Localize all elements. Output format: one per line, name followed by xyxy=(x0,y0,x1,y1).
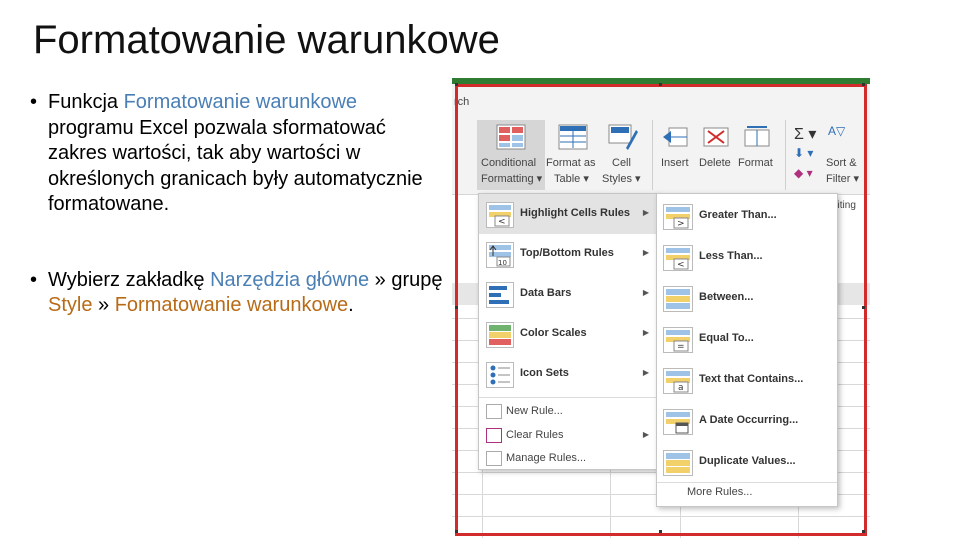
bullet1-prefix: Funkcja xyxy=(48,91,124,113)
resize-handle[interactable] xyxy=(862,83,865,86)
resize-handle[interactable] xyxy=(862,530,865,533)
bullet2-p1: Wybierz zakładkę xyxy=(48,268,211,291)
bullet1-highlight: Formatowanie warunkowe xyxy=(123,91,358,113)
resize-handle[interactable] xyxy=(455,306,458,309)
bullet-dot: • xyxy=(30,91,38,113)
resize-handle[interactable] xyxy=(862,306,865,309)
bullet-item-1: • Funkcja Formatowanie warunkowe program… xyxy=(30,90,445,218)
bullet2-p2: » grupę xyxy=(369,268,443,291)
bullet2-p4: . xyxy=(348,294,354,316)
slide-title: Formatowanie warunkowe xyxy=(33,18,500,62)
bullet-item-2: • Wybierz zakładkę Narzędzia główne » gr… xyxy=(30,268,445,319)
resize-handle[interactable] xyxy=(659,530,662,533)
resize-handle[interactable] xyxy=(455,83,458,86)
bullet2-home-tab: Narzędzia główne xyxy=(210,268,370,291)
bullet2-p3: » xyxy=(92,294,115,316)
resize-handle[interactable] xyxy=(659,83,662,86)
bullet2-style-group: Style xyxy=(48,294,93,316)
bullet1-rest: programu Excel pozwala sformatować zakre… xyxy=(48,116,423,216)
resize-handle[interactable] xyxy=(455,530,458,533)
bullet-dot: • xyxy=(30,268,38,291)
highlight-frame xyxy=(455,84,867,536)
bullet2-conditional-formatting: Formatowanie warunkowe xyxy=(114,294,349,316)
bullet-list: • Funkcja Formatowanie warunkowe program… xyxy=(30,90,445,319)
